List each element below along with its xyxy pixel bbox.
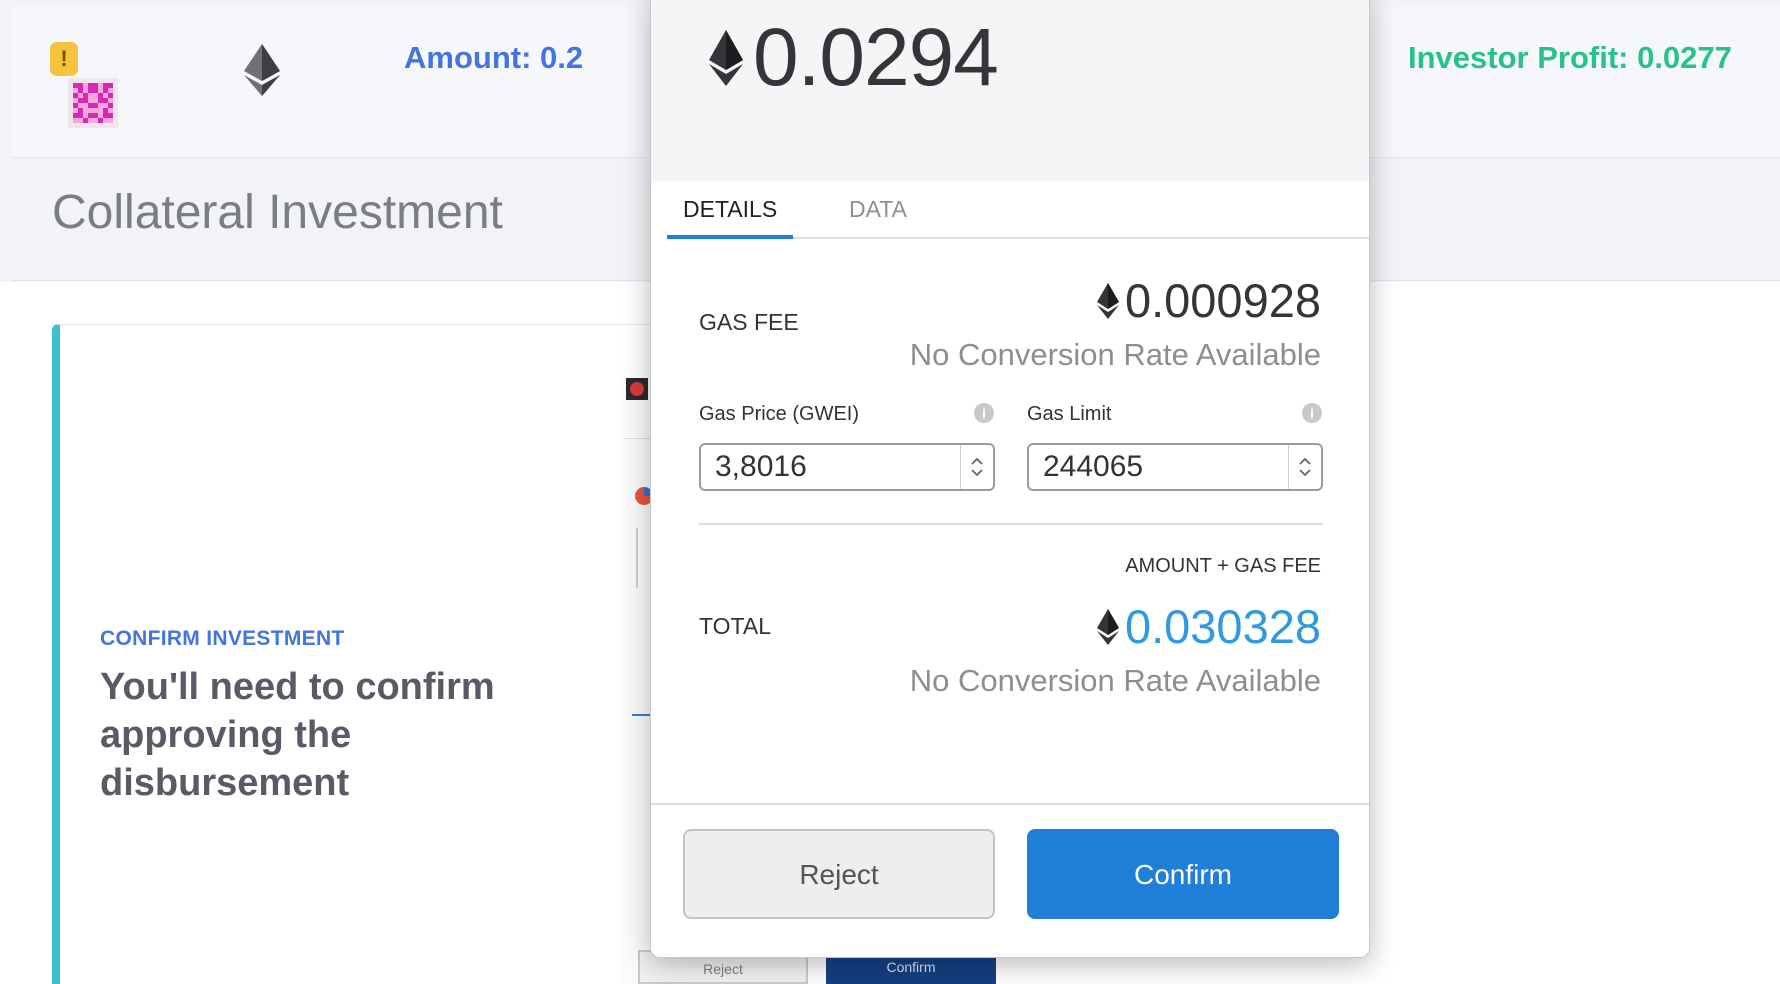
transaction-amount-value: 0.0294 <box>753 12 999 103</box>
total-amount: 0.030328 <box>1096 599 1321 654</box>
chevron-down-icon[interactable] <box>1298 468 1312 478</box>
gas-fee-label: GAS FEE <box>699 309 799 335</box>
reject-button[interactable]: Reject <box>683 829 995 919</box>
warning-badge-icon[interactable]: ! <box>50 42 78 76</box>
chevron-up-icon[interactable] <box>1298 456 1312 466</box>
gas-fee-value: 0.000928 <box>1124 274 1321 327</box>
section-divider <box>699 523 1323 525</box>
background-popup-edge <box>622 378 652 984</box>
gas-price-stepper[interactable] <box>961 445 993 489</box>
amount-plus-gas-caption: AMOUNT + GAS FEE <box>1125 555 1321 577</box>
transaction-amount: 0.0294 <box>709 11 999 105</box>
gas-price-input[interactable]: 3,8016 <box>699 443 995 491</box>
popup-summary: 0.0294 <box>651 0 1369 181</box>
confirm-button[interactable]: Confirm <box>1027 829 1339 919</box>
confirm-investment-card: CONFIRM INVESTMENT You'll need to confir… <box>52 324 692 984</box>
investor-profit-label: Investor Profit: 0.0277 <box>1408 40 1732 75</box>
ethereum-icon <box>1096 282 1119 319</box>
page-title: Collateral Investment <box>52 186 503 239</box>
gas-limit-input[interactable]: 244065 <box>1027 443 1323 491</box>
info-icon[interactable]: i <box>974 403 994 423</box>
account-identicon[interactable] <box>68 78 118 128</box>
total-label: TOTAL <box>699 613 771 639</box>
ethereum-icon <box>709 30 743 86</box>
metamask-confirm-popup: 0.0294 DETAILS DATA GAS FEE 0.000928 No … <box>650 0 1370 958</box>
tab-details[interactable]: DETAILS <box>667 181 794 239</box>
gas-limit-stepper[interactable] <box>1289 445 1321 489</box>
card-heading: You'll need to confirm approving the dis… <box>100 666 495 804</box>
chevron-down-icon[interactable] <box>970 468 984 478</box>
gas-fee-conversion: No Conversion Rate Available <box>909 337 1321 372</box>
gas-limit-label: Gas Limit <box>1027 403 1112 425</box>
info-icon[interactable]: i <box>1302 403 1322 423</box>
gas-fee-amount: 0.000928 <box>1096 273 1321 328</box>
identicon-pattern <box>73 83 113 123</box>
chevron-up-icon[interactable] <box>970 456 984 466</box>
card-eyebrow: CONFIRM INVESTMENT <box>100 627 345 650</box>
popup-tabs: DETAILS DATA <box>667 181 1369 239</box>
popup-footer: Reject Confirm <box>651 803 1369 957</box>
tab-data[interactable]: DATA <box>833 181 923 239</box>
total-conversion: No Conversion Rate Available <box>909 663 1321 698</box>
gas-price-value[interactable]: 3,8016 <box>701 445 961 489</box>
ethereum-icon <box>244 44 280 96</box>
ethereum-icon <box>1096 608 1119 645</box>
gas-limit-value[interactable]: 244065 <box>1029 445 1289 489</box>
total-value: 0.030328 <box>1124 600 1321 653</box>
amount-label: Amount: 0.2 <box>404 40 584 75</box>
gas-price-label: Gas Price (GWEI) <box>699 403 860 425</box>
